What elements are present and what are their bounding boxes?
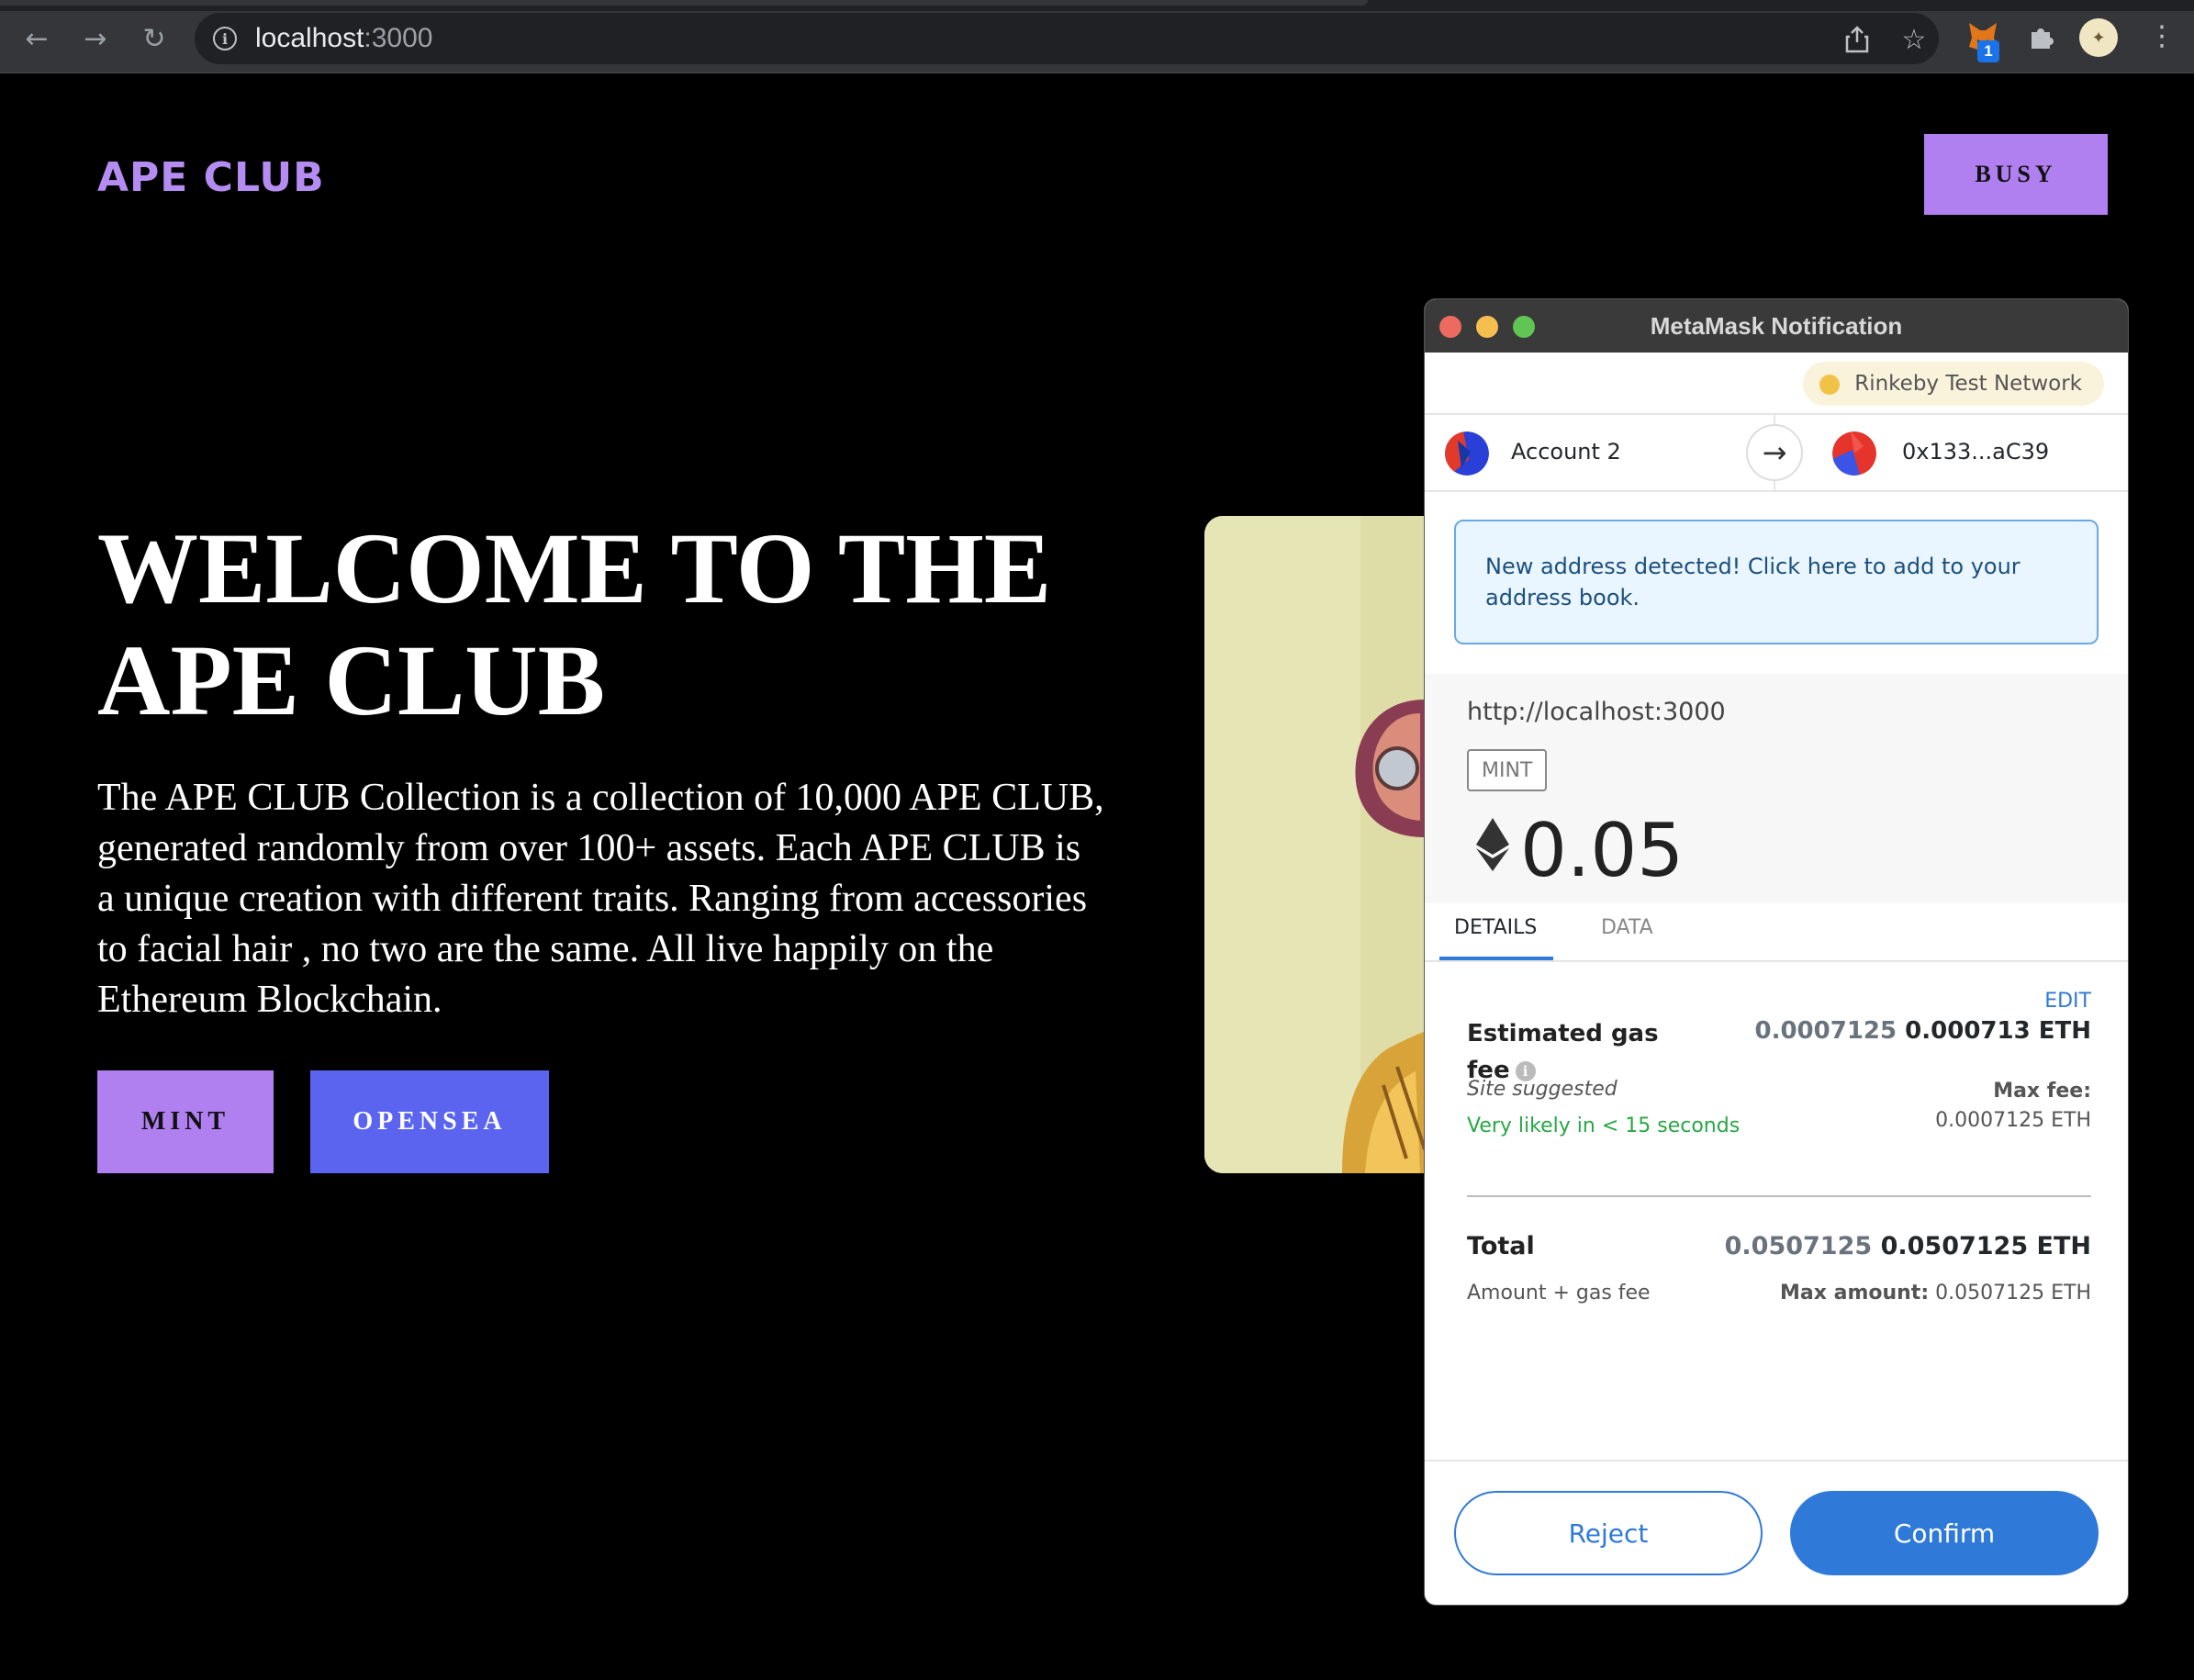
network-name: Rinkeby Test Network [1854,372,2082,396]
gas-fee-values: 0.0007125 0.000713 ETH [1754,1017,2092,1045]
edit-gas-link[interactable]: EDIT [2044,990,2091,1013]
confirm-button[interactable]: Confirm [1790,1491,2099,1575]
divider [1467,1195,2091,1197]
site-suggested-label: Site suggested [1467,1078,1618,1101]
details-tabs: DETAILS DATA [1425,903,2128,962]
minimize-window-button[interactable] [1476,316,1498,338]
wallet-status-button[interactable]: BUSY [1924,134,2108,215]
transaction-summary: http://localhost:3000 MINT 0.05 [1425,674,2128,903]
tab-details[interactable]: DETAILS [1454,916,1537,939]
bookmark-star-icon[interactable]: ☆ [1898,24,1930,56]
network-pill[interactable]: Rinkeby Test Network [1803,362,2104,406]
account-2-identicon [1445,431,1489,476]
recipient-identicon [1832,431,1876,476]
total-label: Total [1467,1232,1535,1260]
max-amount: Max amount: 0.0507125 ETH [1780,1282,2091,1305]
extensions-puzzle-icon[interactable] [2023,18,2060,55]
amount-value: 0.05 [1520,808,1685,893]
hero-title: WELCOME TO THE APE CLUB [97,512,1052,736]
browser-toolbar: ← → ↻ i localhost:3000 ☆ 1 ✦ ⋮ [0,0,2194,73]
network-dot-icon [1819,375,1841,395]
method-badge: MINT [1467,749,1548,791]
maximize-window-button[interactable] [1513,316,1535,338]
profile-avatar[interactable]: ✦ [2079,18,2118,57]
brand-logo[interactable]: APE CLUB [97,154,325,201]
network-row: Rinkeby Test Network [1425,353,2128,415]
origin-url: http://localhost:3000 [1467,698,1726,726]
back-icon[interactable]: ← [18,20,55,57]
max-fee-value: 0.0007125 ETH [1935,1109,2091,1132]
amount-plus-gas-label: Amount + gas fee [1467,1282,1651,1305]
ethereum-icon [1476,817,1509,884]
address-bar[interactable]: i localhost:3000 ☆ [195,13,1939,64]
footer-divider [1425,1460,2128,1462]
site-info-icon[interactable]: i [213,27,237,50]
to-address-label[interactable]: 0x133...aC39 [1902,439,2049,465]
menu-kebab-icon[interactable]: ⋮ [2148,20,2176,52]
url-text: localhost:3000 [255,23,433,53]
window-title: MetaMask Notification [1650,311,1903,340]
close-window-button[interactable] [1439,316,1461,338]
reject-button[interactable]: Reject [1454,1491,1763,1575]
total-values: 0.0507125 0.0507125 ETH [1724,1232,2091,1260]
hero-description: The APE CLUB Collection is a collection … [97,777,1104,1021]
ape-nft-image [1204,516,1443,1173]
opensea-button[interactable]: OPENSEA [310,1070,549,1173]
max-fee-label: Max fee: [1993,1080,2091,1103]
forward-icon[interactable]: → [77,20,114,57]
new-address-notice[interactable]: New address detected! Click here to add … [1454,520,2099,644]
ape-illustration [1204,516,1443,1173]
tab-strip [0,0,2194,11]
arrow-right-icon: → [1746,424,1803,481]
reload-icon[interactable]: ↻ [136,20,173,57]
mint-button[interactable]: MINT [97,1070,274,1173]
from-account-label[interactable]: Account 2 [1511,439,1621,465]
gas-speed-estimate: Very likely in < 15 seconds [1467,1114,1741,1137]
window-titlebar: MetaMask Notification [1425,299,2128,353]
tab-data[interactable]: DATA [1601,916,1653,939]
share-icon[interactable] [1841,24,1873,55]
sender-recipient-row: Account 2 → 0x133...aC39 [1425,415,2128,492]
transaction-amount: 0.05 [1476,808,1684,893]
active-tab-indicator [1439,957,1553,960]
extension-badge: 1 [1977,40,1999,62]
metamask-notification-window: MetaMask Notification Rinkeby Test Netwo… [1425,299,2128,1605]
